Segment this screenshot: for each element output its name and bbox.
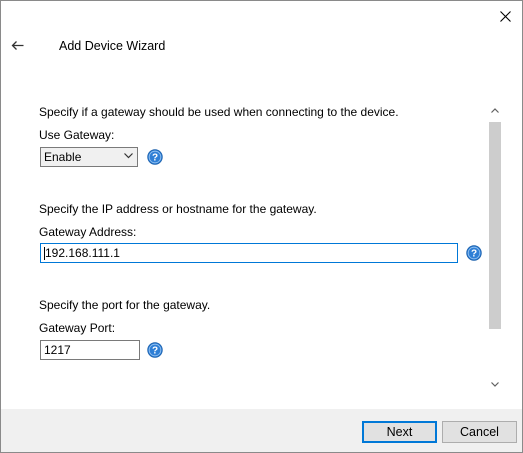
cancel-button[interactable]: Cancel	[442, 421, 517, 443]
chevron-down-icon	[491, 381, 499, 387]
close-icon	[499, 10, 511, 22]
close-button[interactable]	[494, 5, 516, 27]
use-gateway-description: Specify if a gateway should be used when…	[39, 105, 399, 119]
gateway-port-value: 1217	[44, 343, 71, 357]
use-gateway-label: Use Gateway:	[39, 128, 115, 142]
next-button[interactable]: Next	[362, 421, 437, 443]
wizard-title: Add Device Wizard	[59, 39, 166, 53]
svg-text:?: ?	[471, 249, 477, 260]
gateway-address-label: Gateway Address:	[39, 225, 137, 239]
svg-text:?: ?	[152, 346, 158, 357]
use-gateway-selected-value: Enable	[44, 150, 82, 164]
gateway-port-input[interactable]: 1217	[40, 340, 140, 360]
chevron-up-icon	[491, 107, 499, 113]
use-gateway-select[interactable]: Enable	[40, 147, 138, 167]
vertical-scrollbar[interactable]	[487, 102, 503, 392]
gateway-address-input[interactable]: 192.168.111.1	[40, 243, 458, 263]
back-button[interactable]	[9, 37, 25, 53]
wizard-footer: Next Cancel	[1, 409, 522, 452]
scrollbar-thumb[interactable]	[489, 122, 501, 329]
gateway-port-label: Gateway Port:	[39, 321, 116, 335]
help-icon[interactable]: ?	[147, 149, 163, 165]
gateway-port-description: Specify the port for the gateway.	[39, 298, 211, 312]
help-icon[interactable]: ?	[147, 342, 163, 358]
help-icon[interactable]: ?	[466, 245, 482, 261]
gateway-address-value: 192.168.111.1	[45, 246, 120, 260]
scroll-up-button[interactable]	[487, 102, 503, 118]
scroll-down-button[interactable]	[487, 376, 503, 392]
gateway-address-description: Specify the IP address or hostname for t…	[39, 202, 317, 216]
chevron-down-icon	[124, 153, 133, 159]
back-arrow-icon	[11, 40, 23, 50]
wizard-window: Add Device Wizard Specify if a gateway s…	[0, 0, 523, 453]
svg-text:?: ?	[152, 153, 158, 164]
